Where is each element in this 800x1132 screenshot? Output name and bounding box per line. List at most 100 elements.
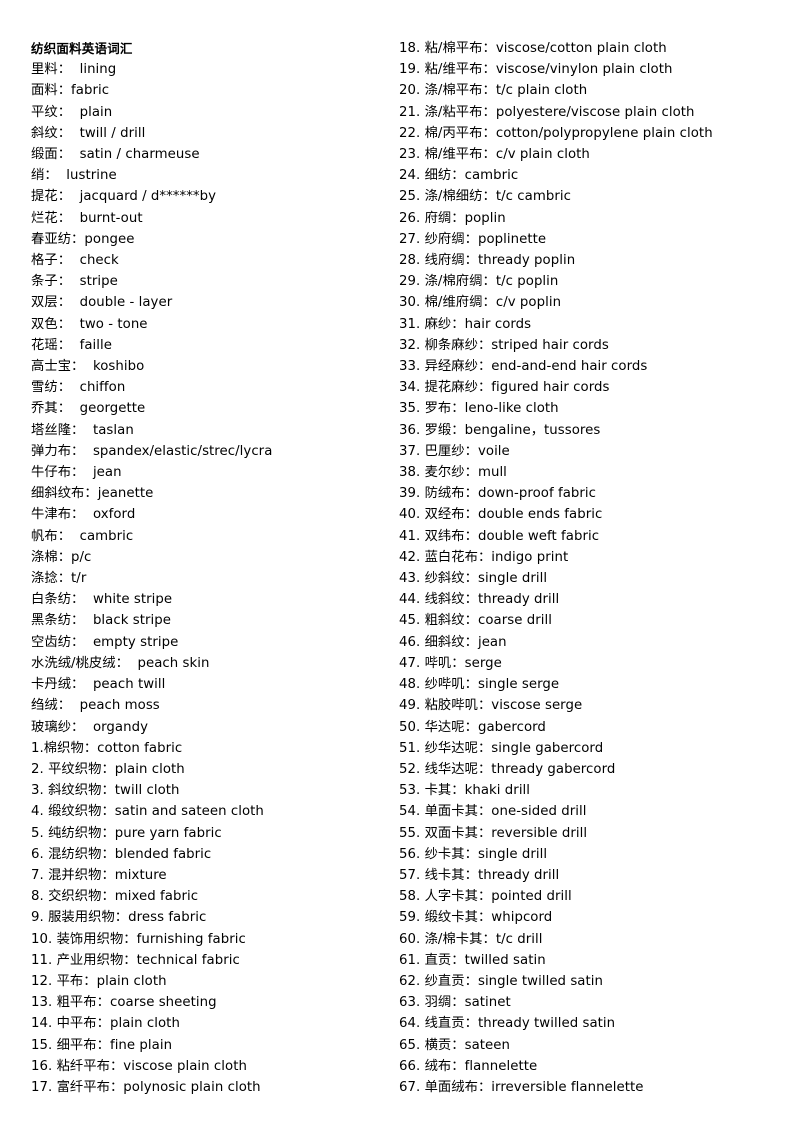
vocabulary-entry: 玻璃纱： organdy: [31, 719, 148, 735]
vocabulary-entry: 17. 富纤平布：polynosic plain cloth: [31, 1079, 261, 1095]
vocabulary-entry: 烂花： burnt-out: [31, 210, 143, 226]
vocabulary-entry: 38. 麦尔纱：mull: [399, 465, 507, 481]
vocabulary-entry: 白条纺： white stripe: [31, 592, 173, 608]
vocabulary-entry: 绉绒： peach moss: [31, 698, 160, 714]
vocabulary-entry: 30. 棉/维府绸：c/v poplin: [399, 295, 562, 311]
vocabulary-entry: 高士宝： koshibo: [31, 359, 145, 375]
vocabulary-entry: 双层： double - layer: [31, 295, 173, 311]
vocabulary-entry: 54. 单面卡其：one-sided drill: [399, 804, 587, 820]
vocabulary-entry: 35. 罗布：leno-like cloth: [399, 401, 559, 417]
vocabulary-entry: 20. 涤/棉平布：t/c plain cloth: [399, 83, 588, 99]
vocabulary-entry: 27. 纱府绸：poplinette: [399, 231, 547, 247]
vocabulary-entry: 牛津布： oxford: [31, 507, 136, 523]
vocabulary-entry: 春亚纺：pongee: [31, 231, 135, 247]
vocabulary-entry: 12. 平布：plain cloth: [31, 973, 167, 989]
vocabulary-entry: 22. 棉/丙平布：cotton/polypropylene plain clo…: [399, 125, 713, 141]
vocabulary-entry: 14. 中平布：plain cloth: [31, 1016, 180, 1032]
vocabulary-entry: 32. 柳条麻纱：striped hair cords: [399, 337, 609, 353]
vocabulary-entry: 51. 纱华达呢：single gabercord: [399, 740, 604, 756]
vocabulary-entry: 涤捻：t/r: [31, 571, 87, 587]
vocabulary-entry: 50. 华达呢：gabercord: [399, 719, 546, 735]
vocabulary-entry: 58. 人字卡其：pointed drill: [399, 889, 572, 905]
vocabulary-entry: 36. 罗缎：bengaline，tussores: [399, 422, 601, 438]
vocabulary-entry: 7. 混并织物：mixture: [31, 867, 167, 883]
vocabulary-entry: 34. 提花麻纱：figured hair cords: [399, 380, 610, 396]
vocabulary-entry: 提花： jacquard / d******by: [31, 189, 217, 205]
vocabulary-entry: 帆布： cambric: [31, 528, 134, 544]
vocabulary-entry: 雪纺： chiffon: [31, 380, 126, 396]
vocabulary-entry: 黑条纺： black stripe: [31, 613, 171, 629]
vocabulary-entry: 斜纹： twill / drill: [31, 125, 146, 141]
vocabulary-entry: 9. 服装用织物：dress fabric: [31, 910, 207, 926]
vocabulary-entry: 62. 纱直贡：single twilled satin: [399, 973, 603, 989]
vocabulary-entry: 41. 双纬布：double weft fabric: [399, 528, 600, 544]
vocabulary-entry: 26. 府绸：poplin: [399, 210, 506, 226]
vocabulary-entry: 24. 细纺：cambric: [399, 168, 519, 184]
vocabulary-entry: 绡： lustrine: [31, 168, 117, 184]
vocabulary-entry: 面料：fabric: [31, 83, 110, 99]
vocabulary-entry: 平纹： plain: [31, 104, 113, 120]
vocabulary-entry: 格子： check: [31, 253, 119, 269]
vocabulary-entry: 66. 绒布：flannelette: [399, 1058, 538, 1074]
vocabulary-entry: 3. 斜纹织物：twill cloth: [31, 783, 180, 799]
vocabulary-entry: 49. 粘胶哔叽：viscose serge: [399, 698, 583, 714]
vocabulary-entry: 8. 交织织物：mixed fabric: [31, 889, 199, 905]
vocabulary-entry: 55. 双面卡其：reversible drill: [399, 825, 588, 841]
vocabulary-entry: 13. 粗平布：coarse sheeting: [31, 995, 217, 1011]
vocabulary-entry: 11. 产业用织物：technical fabric: [31, 952, 240, 968]
vocabulary-list-right: 18. 粘/棉平布：viscose/cotton plain cloth 19. …: [399, 38, 800, 1098]
vocabulary-entry: 空齿纺： empty stripe: [31, 634, 179, 650]
vocabulary-entry: 61. 直贡：twilled satin: [399, 952, 546, 968]
vocabulary-entry: 里料： lining: [31, 62, 117, 78]
vocabulary-entry: 52. 线华达呢：thready gabercord: [399, 761, 616, 777]
document-page: 纺织面料英语词汇 里料： lining 面料：fabric 平纹： plain 斜纹：…: [0, 0, 800, 1132]
vocabulary-entry: 双色： two - tone: [31, 316, 148, 332]
vocabulary-column-left: 纺织面料英语词汇 里料： lining 面料：fabric 平纹： plain 斜纹：…: [0, 38, 385, 1098]
vocabulary-entry: 6. 混纺织物：blended fabric: [31, 846, 212, 862]
vocabulary-entry: 45. 粗斜纹：coarse drill: [399, 613, 552, 629]
vocabulary-entry: 23. 棉/维平布：c/v plain cloth: [399, 147, 590, 163]
vocabulary-entry: 37. 巴厘纱：voile: [399, 443, 510, 459]
vocabulary-entry: 31. 麻纱：hair cords: [399, 316, 532, 332]
vocabulary-entry: 63. 羽绸：satinet: [399, 995, 511, 1011]
vocabulary-entry: 2. 平纹织物：plain cloth: [31, 761, 185, 777]
vocabulary-entry: 46. 细斜纹：jean: [399, 634, 507, 650]
vocabulary-entry: 缎面： satin / charmeuse: [31, 147, 200, 163]
vocabulary-entry: 48. 纱哔叽：single serge: [399, 677, 560, 693]
page-title: 纺织面料英语词汇: [31, 41, 133, 56]
vocabulary-entry: 1.棉织物：cotton fabric: [31, 740, 183, 756]
vocabulary-entry: 65. 横贡：sateen: [399, 1037, 510, 1053]
vocabulary-entry: 21. 涤/粘平布：polyestere/viscose plain cloth: [399, 104, 695, 120]
vocabulary-entry: 乔其： georgette: [31, 401, 146, 417]
vocabulary-column-right: 18. 粘/棉平布：viscose/cotton plain cloth 19. …: [385, 38, 800, 1098]
two-column-layout: 纺织面料英语词汇 里料： lining 面料：fabric 平纹： plain 斜纹：…: [0, 38, 800, 1098]
vocabulary-entry: 47. 哔叽：serge: [399, 655, 502, 671]
vocabulary-entry: 19. 粘/维平布：viscose/vinylon plain cloth: [399, 62, 673, 78]
vocabulary-entry: 60. 涤/棉卡其：t/c drill: [399, 931, 543, 947]
vocabulary-entry: 42. 蓝白花布：indigo print: [399, 549, 569, 565]
vocabulary-entry: 53. 卡其：khaki drill: [399, 783, 531, 799]
vocabulary-entry: 18. 粘/棉平布：viscose/cotton plain cloth: [399, 41, 667, 56]
vocabulary-entry: 56. 纱卡其：single drill: [399, 846, 548, 862]
vocabulary-entry: 卡丹绒： peach twill: [31, 677, 166, 693]
vocabulary-entry: 涤棉：p/c: [31, 549, 92, 565]
vocabulary-entry: 43. 纱斜纹：single drill: [399, 571, 548, 587]
vocabulary-entry: 33. 异经麻纱：end-and-end hair cords: [399, 359, 648, 375]
vocabulary-list-left: 里料： lining 面料：fabric 平纹： plain 斜纹： twill / …: [31, 59, 385, 1098]
vocabulary-entry: 细斜纹布：jeanette: [31, 486, 154, 502]
vocabulary-entry: 59. 缎纹卡其：whipcord: [399, 910, 553, 926]
vocabulary-entry: 15. 细平布：fine plain: [31, 1037, 173, 1053]
vocabulary-entry: 4. 缎纹织物：satin and sateen cloth: [31, 804, 264, 820]
vocabulary-entry: 5. 纯纺织物：pure yarn fabric: [31, 825, 222, 841]
vocabulary-entry: 弹力布： spandex/elastic/strec/lycra: [31, 443, 273, 459]
vocabulary-entry: 44. 线斜纹：thready drill: [399, 592, 560, 608]
vocabulary-entry: 57. 线卡其：thready drill: [399, 867, 560, 883]
vocabulary-entry: 16. 粘纤平布：viscose plain cloth: [31, 1058, 247, 1074]
vocabulary-entry: 28. 线府绸：thready poplin: [399, 253, 576, 269]
vocabulary-entry: 条子： stripe: [31, 274, 118, 290]
vocabulary-entry: 64. 线直贡：thready twilled satin: [399, 1016, 616, 1032]
vocabulary-entry: 40. 双经布：double ends fabric: [399, 507, 603, 523]
vocabulary-entry: 水洗绒/桃皮绒： peach skin: [31, 655, 210, 671]
vocabulary-entry: 塔丝隆： taslan: [31, 422, 134, 438]
vocabulary-entry: 39. 防绒布：down-proof fabric: [399, 486, 597, 502]
